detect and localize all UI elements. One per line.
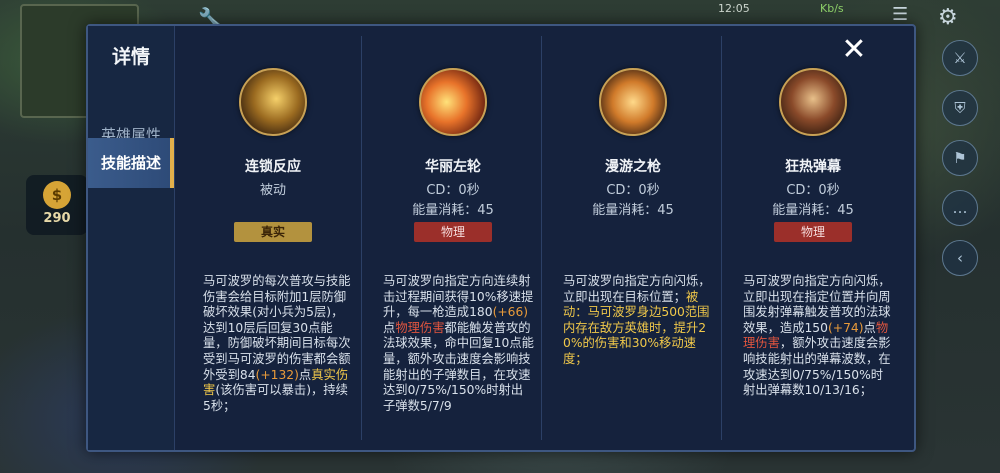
menu-icon[interactable]: ☰ xyxy=(892,6,914,24)
skill-chain-reaction-icon[interactable] xyxy=(239,68,307,136)
tab-skill-description[interactable]: 技能描述 xyxy=(88,138,174,188)
skill-card-1: 连锁反应 被动 真实 马可波罗的每次普攻与技能伤害会给目标附加1层防御破坏效果(… xyxy=(185,36,362,440)
network-speed: Kb/s xyxy=(820,2,844,15)
skill-description: 马可波罗的每次普攻与技能伤害会给目标附加1层防御破坏效果(对小兵为5层)，达到1… xyxy=(203,274,355,414)
damage-type-badge: 真实 xyxy=(234,222,312,242)
status-time: 12:05 xyxy=(718,2,750,15)
sword-icon[interactable]: ⚔ xyxy=(942,40,978,76)
shield-icon[interactable]: ⛨ xyxy=(942,90,978,126)
skill-cooldown: CD：0秒 xyxy=(786,183,840,198)
skill-description: 马可波罗向指定方向闪烁，立即出现在目标位置；被动：马可波罗身边500范围内存在敌… xyxy=(563,274,715,368)
skill-card-3: 漫游之枪 CD：0秒 能量消耗：45 马可波罗向指定方向闪烁，立即出现在目标位置… xyxy=(545,36,722,440)
chat-icon[interactable]: … xyxy=(942,190,978,226)
skill-fervent-barrage-icon[interactable] xyxy=(779,68,847,136)
gold-value: 290 xyxy=(43,211,71,226)
description-fragment: 点 xyxy=(863,320,876,335)
description-fragment: (该伤害可以暴击)，持续5秒； xyxy=(203,383,348,413)
skill-cooldown: CD：0秒 xyxy=(606,183,660,198)
dialog-title: 详情 xyxy=(111,46,150,68)
skill-name: 漫游之枪 xyxy=(605,159,661,175)
skill-description: 马可波罗向指定方向连续射击过程期间获得10%移速提升，每一枪造成180(+66)… xyxy=(383,274,535,414)
close-button[interactable]: ✕ xyxy=(834,32,874,68)
skill-roaming-gun-icon[interactable] xyxy=(599,68,667,136)
skill-card-4: 狂热弹幕 CD：0秒 能量消耗：45 物理 马可波罗向指定方向闪烁，立即出现在指… xyxy=(725,36,901,440)
description-fragment: 点 xyxy=(298,367,312,382)
skill-type: 被动 xyxy=(259,183,286,198)
skill-name: 华丽左轮 xyxy=(425,159,481,175)
right-side-buttons: ⚔ ⛨ ⚑ … ‹ xyxy=(942,40,982,290)
damage-type-badge: 物理 xyxy=(774,222,852,242)
description-fragment: (+132) xyxy=(255,367,299,382)
gear-icon[interactable]: ⚙ xyxy=(938,6,962,30)
damage-type-badge: 物理 xyxy=(414,222,492,242)
gold-counter[interactable]: $ 290 xyxy=(26,175,88,235)
skill-gorgeous-revolver-icon[interactable] xyxy=(419,68,487,136)
skill-name: 狂热弹幕 xyxy=(785,159,841,175)
skill-energy-cost: 能量消耗：45 xyxy=(412,203,494,218)
hero-detail-dialog: 详情 英雄属性 技能描述 连锁反应 被动 真实 马可波罗的每次普攻与技能伤害会给… xyxy=(86,24,916,452)
chevron-left-icon[interactable]: ‹ xyxy=(942,240,978,276)
description-fragment: 物理伤害 xyxy=(395,320,445,335)
skill-list: 连锁反应 被动 真实 马可波罗的每次普攻与技能伤害会给目标附加1层防御破坏效果(… xyxy=(175,26,914,450)
skill-description: 马可波罗向指定方向闪烁，立即出现在指定位置并向周围发射弹幕触发普攻的法球效果，造… xyxy=(743,274,895,399)
skill-energy-cost: 能量消耗：45 xyxy=(772,203,854,218)
skill-name: 连锁反应 xyxy=(245,159,301,175)
money-bag-icon: $ xyxy=(43,181,71,209)
description-fragment: (+66) xyxy=(492,305,529,320)
detail-sidebar: 详情 英雄属性 技能描述 xyxy=(88,26,175,450)
skill-card-2: 华丽左轮 CD：0秒 能量消耗：45 物理 马可波罗向指定方向连续射击过程期间获… xyxy=(365,36,542,440)
flag-icon[interactable]: ⚑ xyxy=(942,140,978,176)
description-fragment: 马可波罗的每次普攻与技能伤害会给目标附加1层防御破坏效果(对小兵为5层)，达到1… xyxy=(203,274,351,382)
skill-energy-cost: 能量消耗：45 xyxy=(592,203,674,218)
skill-cooldown: CD：0秒 xyxy=(426,183,480,198)
description-fragment: (+74) xyxy=(827,320,864,335)
description-fragment: 点 xyxy=(383,320,396,335)
